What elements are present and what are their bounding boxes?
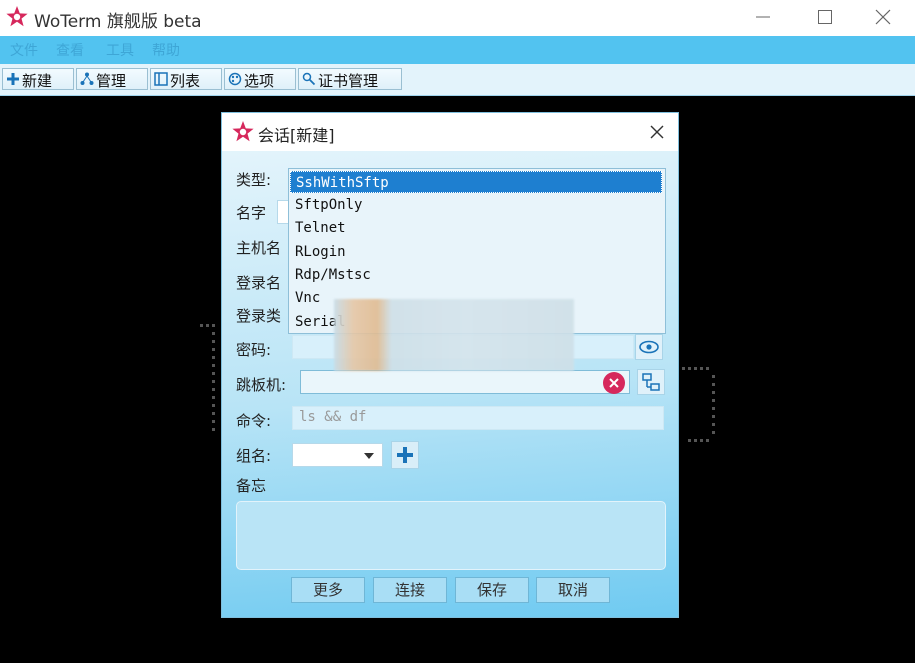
jump-host-label: 跳板机: bbox=[236, 376, 287, 394]
app-logo-icon bbox=[232, 121, 254, 142]
toggle-password-button[interactable] bbox=[635, 334, 663, 360]
select-jump-host-button[interactable] bbox=[637, 369, 665, 395]
password-label: 密码: bbox=[236, 341, 272, 359]
type-option-rlogin[interactable]: RLogin bbox=[290, 241, 662, 263]
minimize-button[interactable] bbox=[733, 0, 795, 34]
host-label: 主机名 bbox=[236, 239, 282, 257]
maximize-button[interactable] bbox=[795, 0, 857, 34]
name-label: 名字 bbox=[236, 204, 267, 222]
certificate-icon bbox=[302, 72, 316, 86]
login-type-label: 登录类 bbox=[236, 307, 282, 325]
new-button-label: 新建 bbox=[22, 72, 53, 90]
memo-textarea[interactable] bbox=[236, 501, 666, 570]
command-label: 命令: bbox=[236, 412, 272, 430]
redacted-region bbox=[334, 299, 574, 371]
manage-button-label: 管理 bbox=[96, 72, 127, 90]
command-placeholder: ls && df bbox=[299, 409, 367, 425]
login-name-label: 登录名 bbox=[236, 274, 282, 292]
options-icon bbox=[228, 72, 242, 86]
close-icon bbox=[650, 125, 664, 139]
group-select[interactable] bbox=[292, 443, 383, 467]
toolbar: 新建 管理 列表 选项 证书管理 bbox=[0, 64, 915, 96]
menu-view[interactable]: 查看 bbox=[56, 40, 84, 60]
options-button[interactable]: 选项 bbox=[224, 68, 296, 90]
maximize-icon bbox=[818, 10, 832, 24]
menu-tools[interactable]: 工具 bbox=[106, 40, 134, 60]
list-button[interactable]: 列表 bbox=[150, 68, 222, 90]
plus-icon bbox=[7, 73, 19, 85]
more-button[interactable]: 更多 bbox=[291, 577, 365, 603]
app-logo-icon bbox=[6, 6, 28, 27]
type-label: 类型: bbox=[236, 171, 272, 189]
window-title: WoTerm 旗舰版 beta bbox=[34, 12, 202, 32]
new-button[interactable]: 新建 bbox=[2, 68, 74, 90]
plus-icon bbox=[397, 447, 413, 463]
add-group-button[interactable] bbox=[391, 441, 419, 469]
list-button-label: 列表 bbox=[170, 72, 201, 90]
manage-button[interactable]: 管理 bbox=[76, 68, 148, 90]
window-titlebar: WoTerm 旗舰版 beta bbox=[0, 0, 915, 36]
clear-jump-host-button[interactable] bbox=[603, 372, 625, 394]
dialog-titlebar: 会话[新建] bbox=[222, 113, 678, 151]
menubar: 文件 查看 工具 帮助 bbox=[0, 36, 915, 64]
list-icon bbox=[154, 72, 168, 86]
menu-help[interactable]: 帮助 bbox=[152, 40, 180, 60]
menu-file[interactable]: 文件 bbox=[10, 40, 38, 60]
certificate-manage-button-label: 证书管理 bbox=[318, 72, 379, 90]
cancel-button[interactable]: 取消 bbox=[536, 577, 610, 603]
save-button[interactable]: 保存 bbox=[455, 577, 529, 603]
type-option-rdp[interactable]: Rdp/Mstsc bbox=[290, 264, 662, 286]
dialog-close-button[interactable] bbox=[642, 119, 672, 145]
command-field[interactable]: ls && df bbox=[292, 406, 664, 430]
close-window-button[interactable] bbox=[853, 0, 915, 34]
chevron-down-icon bbox=[364, 453, 374, 459]
clear-icon bbox=[609, 378, 619, 388]
jump-host-field[interactable] bbox=[300, 370, 630, 394]
certificate-manage-button[interactable]: 证书管理 bbox=[298, 68, 402, 90]
ascii-art-fragment bbox=[682, 367, 715, 442]
minimize-icon bbox=[756, 16, 770, 18]
type-option-sshwithsftp[interactable]: SshWithSftp bbox=[290, 171, 662, 193]
group-label: 组名: bbox=[236, 447, 272, 465]
connect-button[interactable]: 连接 bbox=[373, 577, 447, 603]
dialog-title: 会话[新建] bbox=[258, 126, 335, 145]
session-dialog: 会话[新建] 类型: 名字 主机名 登录名 登录类 密码: 跳板机: 命令: 组… bbox=[221, 112, 679, 618]
type-option-sftponly[interactable]: SftpOnly bbox=[290, 194, 662, 216]
background-ascii-art-right bbox=[680, 362, 720, 462]
network-icon bbox=[642, 373, 660, 391]
manage-icon bbox=[80, 72, 94, 85]
memo-label: 备忘 bbox=[236, 477, 267, 495]
type-option-telnet[interactable]: Telnet bbox=[290, 217, 662, 239]
eye-icon bbox=[639, 340, 659, 354]
options-button-label: 选项 bbox=[244, 72, 275, 90]
close-icon bbox=[875, 9, 891, 25]
